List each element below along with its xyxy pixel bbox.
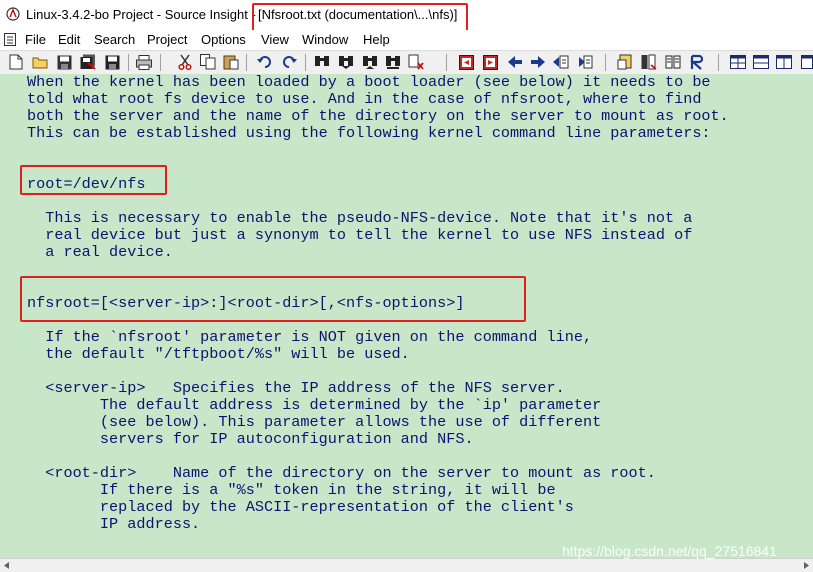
code-line: If there is a "%s" token in the string, … xyxy=(27,481,556,499)
find-next-icon[interactable] xyxy=(362,54,378,70)
menu-bar: File Edit Search Project Options View Wi… xyxy=(0,30,813,50)
save-icon[interactable] xyxy=(56,54,72,70)
menu-window[interactable]: Window xyxy=(302,32,348,47)
code-line: This can be established using the follow… xyxy=(27,124,711,142)
toolbar-separator xyxy=(605,54,606,71)
code-line: replaced by the ASCII-representation of … xyxy=(27,498,574,516)
close-file-icon[interactable] xyxy=(104,54,120,70)
code-line: <server-ip> Specifies the IP address of … xyxy=(27,379,565,397)
horizontal-scrollbar[interactable] xyxy=(0,558,813,572)
code-line: the default "/tftpboot/%s" will be used. xyxy=(27,345,410,363)
find-references-icon[interactable] xyxy=(385,54,401,70)
code-line: IP address. xyxy=(27,515,201,533)
toolbar-separator xyxy=(246,54,247,71)
code-line: When the kernel has been loaded by a boo… xyxy=(27,74,711,91)
code-line: The default address is determined by the… xyxy=(27,396,602,414)
project-icon[interactable] xyxy=(641,54,657,70)
code-line: <root-dir> Name of the directory on the … xyxy=(27,464,656,482)
menu-view[interactable]: View xyxy=(261,32,289,47)
redo-icon[interactable] xyxy=(281,54,297,70)
toolbar xyxy=(0,50,813,76)
menu-file[interactable]: File xyxy=(25,32,46,47)
source-insight-app-icon xyxy=(6,7,20,21)
code-line: real device but just a synonym to tell t… xyxy=(27,226,693,244)
code-line: This is necessary to enable the pseudo-N… xyxy=(27,209,693,227)
relation-icon[interactable] xyxy=(689,54,705,70)
toolbar-separator xyxy=(446,54,447,71)
scroll-left-arrow-icon[interactable] xyxy=(2,561,12,570)
bookmark-next-icon[interactable] xyxy=(482,54,498,70)
symbol-info-icon[interactable] xyxy=(617,54,633,70)
scroll-right-arrow-icon[interactable] xyxy=(801,561,811,570)
paste-icon[interactable] xyxy=(223,54,239,70)
menu-project[interactable]: Project xyxy=(147,32,187,47)
browse-icon[interactable] xyxy=(665,54,681,70)
find-icon[interactable] xyxy=(314,54,330,70)
code-line: servers for IP autoconfiguration and NFS… xyxy=(27,430,474,448)
print-icon[interactable] xyxy=(136,54,152,70)
code-line: If the `nfsroot' parameter is NOT given … xyxy=(27,328,593,346)
code-line: both the server and the name of the dire… xyxy=(27,107,729,125)
new-file-icon[interactable] xyxy=(8,54,24,70)
window-layout-icon[interactable] xyxy=(753,54,769,70)
open-folder-icon[interactable] xyxy=(32,54,48,70)
toolbar-separator xyxy=(305,54,306,71)
window-tile-icon[interactable] xyxy=(730,54,746,70)
jump-next-icon[interactable] xyxy=(577,54,593,70)
cut-icon[interactable] xyxy=(177,54,193,70)
window-list-icon[interactable] xyxy=(776,54,792,70)
watermark: https://blog.csdn.net/qq_27516841 xyxy=(562,543,777,559)
menu-search[interactable]: Search xyxy=(94,32,135,47)
jump-prev-icon[interactable] xyxy=(553,54,569,70)
undo-icon[interactable] xyxy=(257,54,273,70)
root-param-highlight-box xyxy=(20,165,167,195)
code-line: (see below). This parameter allows the u… xyxy=(27,413,602,431)
nfsroot-param-highlight-box xyxy=(20,276,526,322)
menu-help[interactable]: Help xyxy=(363,32,390,47)
go-forward-icon[interactable] xyxy=(530,54,546,70)
menu-edit[interactable]: Edit xyxy=(58,32,80,47)
save-all-icon[interactable] xyxy=(80,54,96,70)
bookmark-prev-icon[interactable] xyxy=(458,54,474,70)
toolbar-separator xyxy=(718,54,719,71)
menu-options[interactable]: Options xyxy=(201,32,246,47)
code-line: a real device. xyxy=(27,243,173,261)
go-back-icon[interactable] xyxy=(507,54,523,70)
find-prev-icon[interactable] xyxy=(338,54,354,70)
window-title-app: Linux-3.4.2-bo Project - Source Insight … xyxy=(26,7,256,22)
toolbar-separator xyxy=(160,54,161,71)
code-line: told what root fs device to use. And in … xyxy=(27,90,702,108)
copy-icon[interactable] xyxy=(200,54,216,70)
toolbar-separator xyxy=(128,54,129,71)
document-menu-icon[interactable] xyxy=(4,33,16,46)
replace-icon[interactable] xyxy=(408,54,424,70)
window-cascade-icon[interactable] xyxy=(799,54,813,70)
